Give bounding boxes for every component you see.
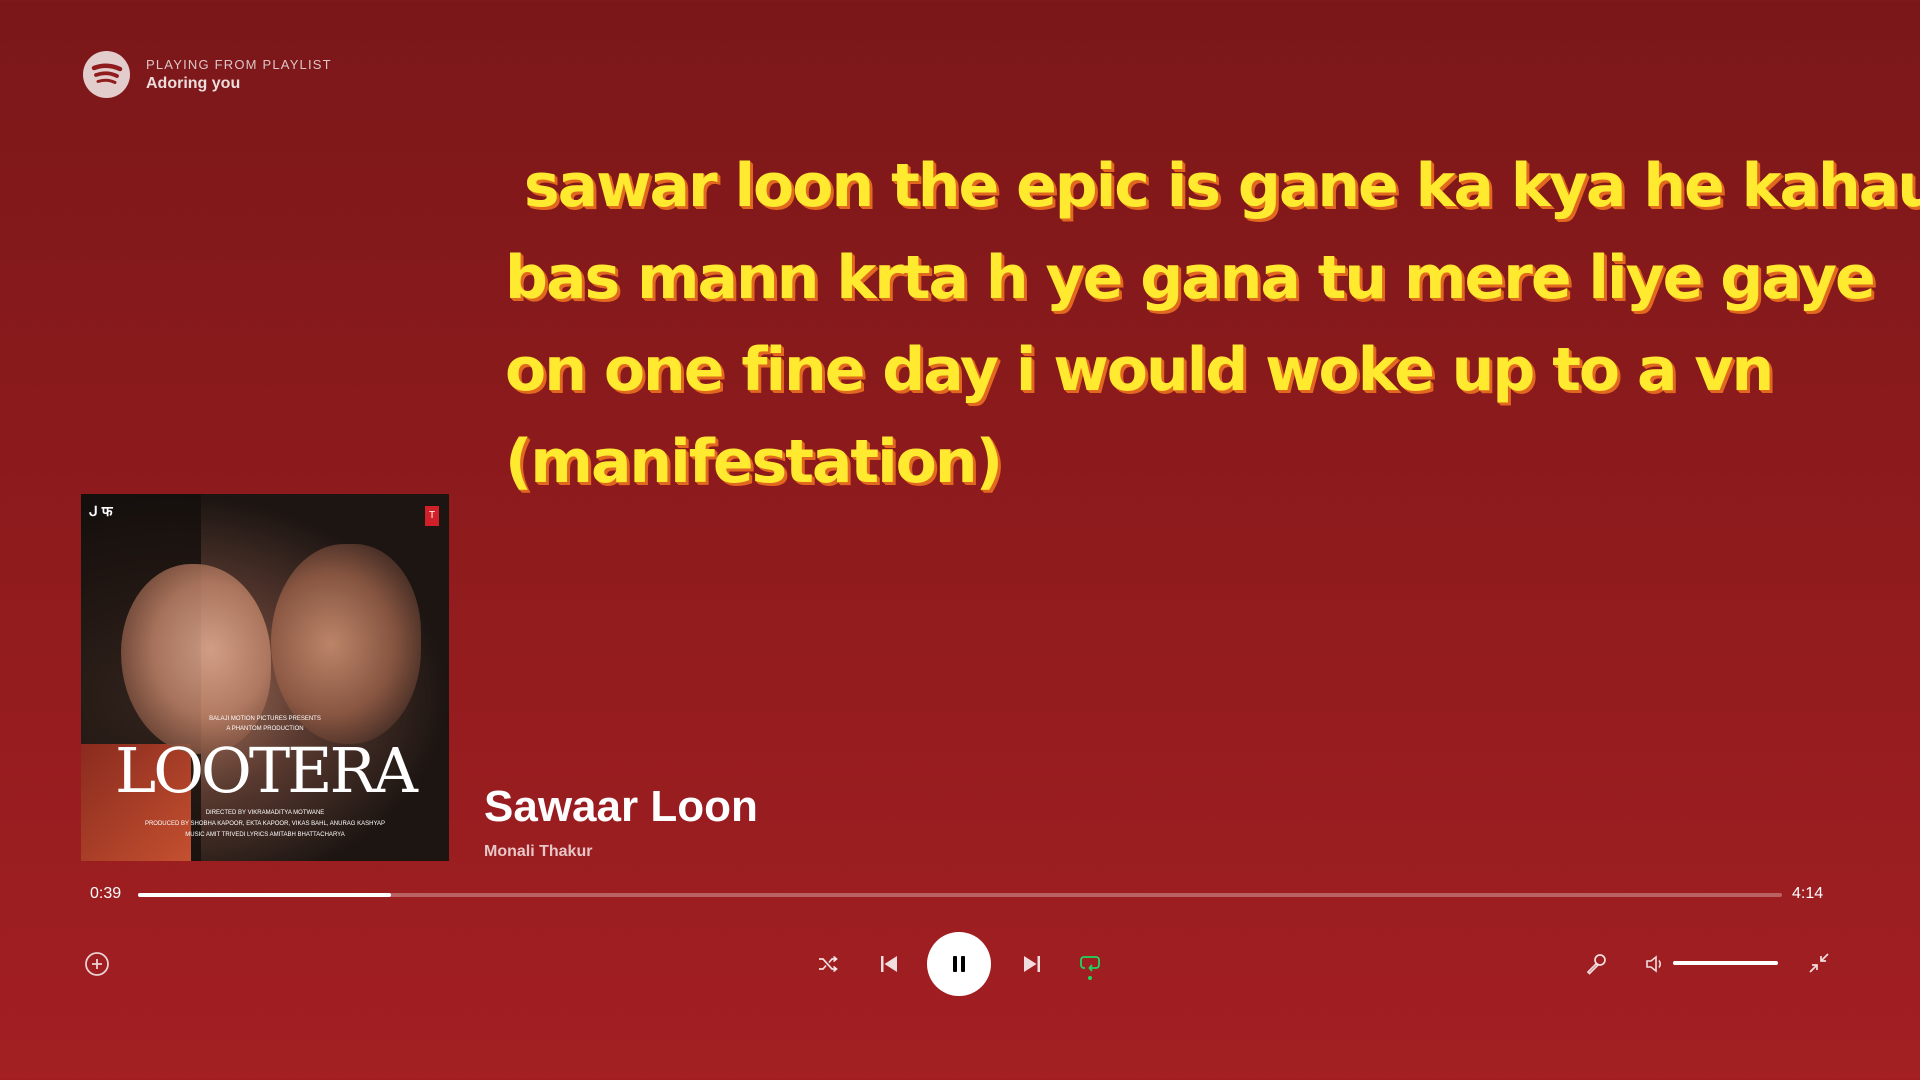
- album-art-face-right: [271, 544, 421, 744]
- volume-slider-fill: [1673, 961, 1778, 965]
- album-art[interactable]: ᒍ फ T BALAJI MOTION PICTURES PRESENTS A …: [81, 494, 449, 861]
- album-art-title: LOOTERA: [115, 734, 418, 807]
- lyric-line[interactable]: (manifestation): [505, 416, 1765, 508]
- track-artist[interactable]: Monali Thakur: [484, 843, 592, 861]
- album-art-presents: BALAJI MOTION PICTURES PRESENTS: [209, 716, 321, 722]
- pause-button[interactable]: [927, 932, 991, 996]
- album-art-credit: MUSIC AMIT TRIVEDI LYRICS AMITABH BHATTA…: [185, 832, 345, 838]
- repeat-button[interactable]: [1079, 952, 1101, 980]
- pause-icon: [953, 956, 965, 972]
- track-title[interactable]: Sawaar Loon: [484, 782, 758, 832]
- shuffle-icon: [819, 955, 838, 973]
- progress-bar[interactable]: [138, 893, 1782, 897]
- minimize-icon: [1809, 953, 1829, 973]
- album-art-credit: PRODUCED BY SHOBHA KAPOOR, EKTA KAPOOR, …: [144, 821, 386, 827]
- exit-fullscreen-button[interactable]: [1807, 951, 1831, 975]
- shuffle-button[interactable]: [817, 953, 839, 975]
- spotify-logo-icon[interactable]: [83, 51, 130, 98]
- album-art-tseries-logo: T: [425, 506, 439, 526]
- elapsed-time: 0:39: [90, 885, 122, 902]
- lyric-line[interactable]: on one fine day i would woke up to a vn: [505, 324, 1774, 416]
- lyric-line[interactable]: bas mann krta h ye gana tu mere liye gay…: [505, 232, 1876, 324]
- microphone-icon: [1586, 954, 1606, 975]
- repeat-active-indicator: [1088, 976, 1092, 980]
- add-circle-icon: [85, 952, 109, 976]
- lyrics-panel: sawar loon the epic is gane ka kya he ka…: [505, 140, 1920, 508]
- previous-button[interactable]: [878, 953, 900, 975]
- volume-icon: [1646, 955, 1662, 973]
- lyric-line[interactable]: sawar loon the epic is gane ka kya he ka…: [505, 140, 1920, 232]
- skip-next-icon: [1024, 956, 1040, 972]
- album-art-production: A PHANTOM PRODUCTION: [226, 726, 304, 732]
- repeat-icon: [1080, 956, 1100, 972]
- album-art-credit: DIRECTED BY VIKRAMADITYA MOTWANE: [205, 810, 325, 816]
- album-art-studio-logo: ᒍ फ: [89, 503, 113, 519]
- volume-button[interactable]: [1644, 953, 1666, 975]
- add-to-library-button[interactable]: [84, 951, 110, 977]
- playing-from-label: PLAYING FROM PLAYLIST: [146, 56, 332, 72]
- now-playing-header: PLAYING FROM PLAYLIST Adoring you: [83, 51, 332, 98]
- volume-slider[interactable]: [1673, 961, 1778, 965]
- next-button[interactable]: [1021, 953, 1043, 975]
- total-time: 4:14: [1792, 885, 1824, 902]
- progress-bar-fill: [138, 893, 392, 897]
- skip-previous-icon: [881, 956, 897, 972]
- lyrics-button[interactable]: [1584, 952, 1608, 976]
- playlist-link[interactable]: Adoring you: [146, 75, 332, 93]
